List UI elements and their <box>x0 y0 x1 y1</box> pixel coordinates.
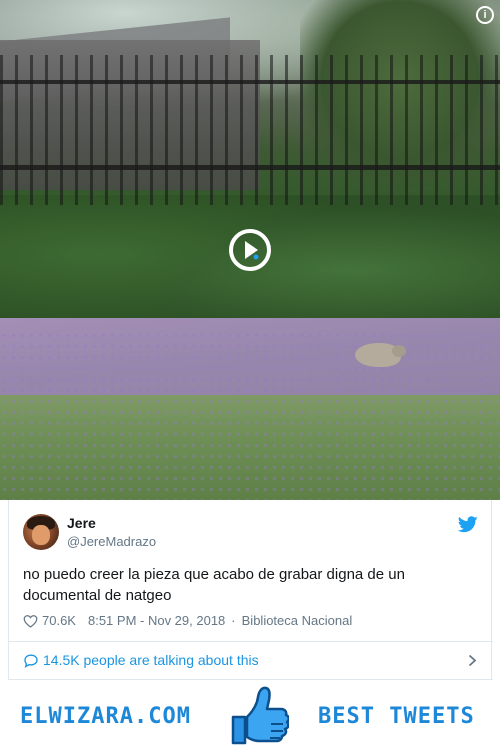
best-tweets-label: BEST TWEETS <box>318 704 475 729</box>
info-icon[interactable]: i <box>476 6 494 24</box>
tweet-location[interactable]: Biblioteca Nacional <box>242 613 353 628</box>
twitter-bird-icon[interactable] <box>458 516 478 533</box>
talking-about-link[interactable]: 14.5K people are talking about this <box>9 642 493 678</box>
avatar[interactable] <box>23 514 59 550</box>
tweet-timestamp[interactable]: 8:51 PM - Nov 29, 2018 <box>88 613 225 628</box>
tweet-card[interactable]: Jere @JereMadrazo no puedo creer la piez… <box>8 500 493 680</box>
tweet-meta: 70.6K 8:51 PM - Nov 29, 2018 · Bibliotec… <box>23 613 352 628</box>
video-frame-fence <box>0 55 500 205</box>
video-frame-animal-head <box>392 345 406 357</box>
tweet-video[interactable]: i <box>0 0 500 500</box>
site-name: ELWIZARA.COM <box>20 704 191 729</box>
play-button[interactable] <box>229 229 271 271</box>
like-count[interactable]: 70.6K <box>42 613 76 628</box>
tweet-text: no puedo creer la pieza que acabo de gra… <box>23 566 405 604</box>
thumbs-up-icon <box>231 686 289 745</box>
video-frame-fence-rail <box>0 165 500 170</box>
speech-bubble-icon <box>24 653 38 668</box>
author-handle[interactable]: @JereMadrazo <box>67 534 156 549</box>
talking-about-text: 14.5K people are talking about this <box>43 652 259 668</box>
chevron-right-icon <box>468 654 477 667</box>
video-frame-fence-rail <box>0 80 500 84</box>
heart-icon[interactable] <box>23 614 38 628</box>
play-icon <box>245 241 259 260</box>
footer-banner: ELWIZARA.COM BEST TWEETS <box>0 680 500 752</box>
meta-separator: · <box>231 613 236 628</box>
video-frame-petals <box>0 330 500 500</box>
author-display-name[interactable]: Jere <box>67 515 96 531</box>
